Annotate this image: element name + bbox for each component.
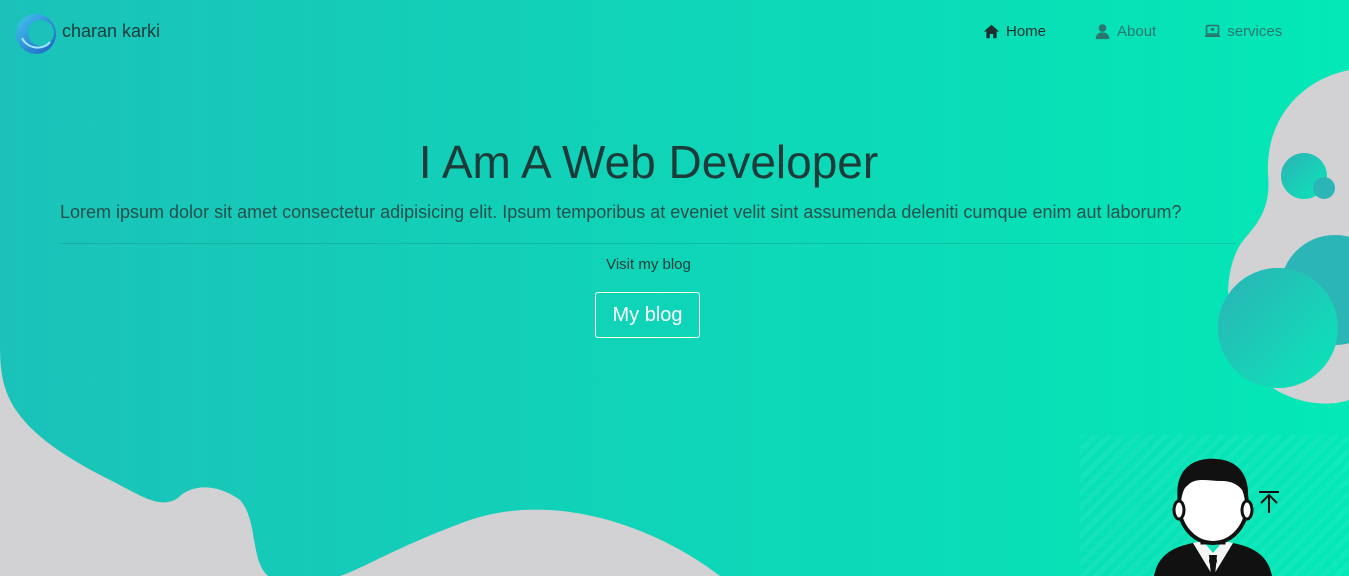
hero-title: I Am A Web Developer <box>418 136 879 188</box>
decor-circle-large-front <box>1218 268 1338 388</box>
nav-item-about[interactable]: About <box>1094 23 1156 40</box>
arrow-to-top-icon[interactable] <box>1256 489 1282 515</box>
nav-item-home[interactable]: Home <box>983 23 1046 40</box>
home-icon <box>983 24 1000 39</box>
c-logo-icon <box>16 14 56 54</box>
divider <box>60 243 1238 244</box>
person-avatar-icon <box>1154 458 1272 576</box>
nav-about-label: About <box>1117 23 1157 40</box>
nav-services-label: services <box>1227 23 1283 40</box>
page: charan karki Home About services I Am A … <box>0 0 1349 576</box>
visit-blog-label: Visit my blog <box>606 256 691 273</box>
hero-description: Lorem ipsum dolor sit amet consectetur a… <box>60 202 1182 222</box>
hero-background <box>0 0 1349 576</box>
decor-circle-tiny <box>1313 177 1335 199</box>
nav-home-label: Home <box>1006 23 1047 40</box>
brand[interactable]: charan karki <box>14 12 160 56</box>
nav-item-services[interactable]: services <box>1204 23 1282 40</box>
my-blog-button[interactable]: My blog <box>595 292 700 338</box>
brand-name: charan karki <box>62 20 161 41</box>
top-nav: Home About services <box>983 23 1330 40</box>
user-icon <box>1095 24 1110 40</box>
laptop-icon <box>1205 24 1221 38</box>
